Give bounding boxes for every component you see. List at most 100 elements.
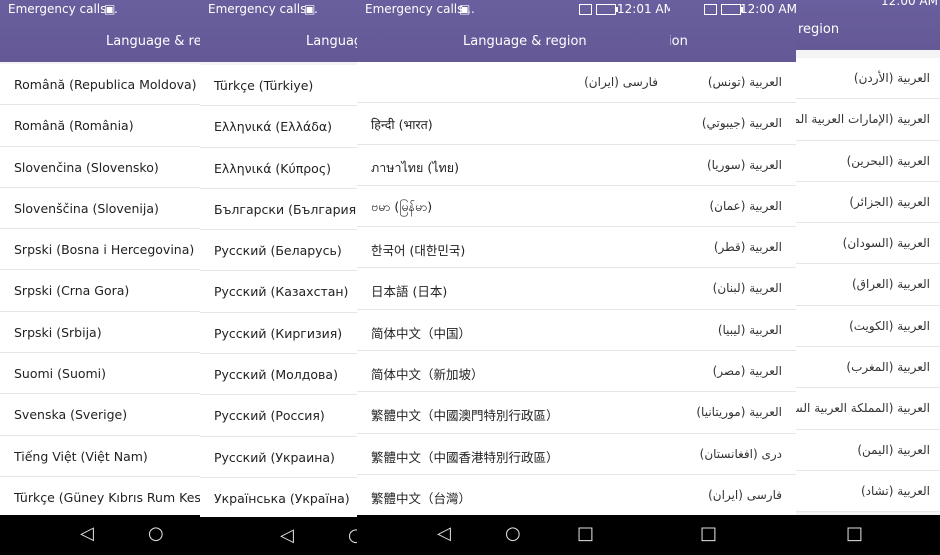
language-row[interactable]: العربية (تشاد) bbox=[790, 470, 940, 513]
language-label: العربية (لبنان) bbox=[712, 281, 782, 296]
language-label: 简体中文（中国） bbox=[371, 325, 472, 341]
language-row[interactable]: Slovenščina (Slovenija) bbox=[0, 187, 200, 230]
home-icon[interactable]: ○ bbox=[348, 525, 357, 546]
language-row[interactable]: Slovenčina (Slovensko) bbox=[0, 146, 200, 188]
language-row[interactable]: Български (България) bbox=[200, 188, 357, 231]
language-row[interactable]: Ελληνικά (Ελλάδα) bbox=[200, 106, 357, 148]
language-row[interactable]: العربية (المغرب) bbox=[790, 347, 940, 389]
header: Emergency calls... ▣ 12:01 AM Language &… bbox=[357, 0, 670, 62]
language-row[interactable]: درى (افغانستان) bbox=[660, 433, 796, 475]
language-label: العربية (جيبوتي) bbox=[701, 116, 782, 131]
home-icon[interactable]: ○ bbox=[505, 523, 521, 544]
screen-3: Emergency calls... ▣ 12:01 AM Language &… bbox=[357, 0, 670, 555]
screen-2: Emergency calls... ▣ Language Türkçe (Tü… bbox=[200, 0, 357, 555]
language-row[interactable]: ภาษาไทย (ไทย) bbox=[357, 144, 670, 186]
language-row[interactable]: Русский (Молдова) bbox=[200, 354, 357, 396]
language-label: Русский (Беларусь) bbox=[214, 243, 342, 259]
language-label: العربية (موريتانيا) bbox=[696, 405, 782, 420]
language-label: Slovenčina (Slovensko) bbox=[14, 159, 159, 175]
language-row[interactable]: Srpski (Crna Gora) bbox=[0, 270, 200, 312]
language-label: العربية (سوريا) bbox=[706, 157, 782, 172]
language-row[interactable]: 繁體中文（台灣） bbox=[357, 474, 670, 517]
language-row[interactable]: Română (Republica Moldova) bbox=[0, 64, 200, 106]
language-row[interactable]: العربية (مصر) bbox=[660, 351, 796, 393]
language-row[interactable]: Русский (Киргизия) bbox=[200, 312, 357, 355]
language-row[interactable]: 한국어 (대한민국) bbox=[357, 227, 670, 269]
language-row[interactable]: العربية (تونس) bbox=[660, 62, 796, 104]
emergency-calls: Emergency calls... bbox=[8, 2, 118, 16]
nav-bar: □ bbox=[790, 515, 940, 555]
language-row[interactable]: Suomi (Suomi) bbox=[0, 353, 200, 395]
back-icon[interactable]: ◁ bbox=[280, 525, 294, 546]
language-row[interactable]: العربية (السودان) bbox=[790, 223, 940, 265]
header: 12:00 AM ion bbox=[660, 0, 796, 62]
language-row[interactable]: Українська (Україна) bbox=[200, 477, 357, 520]
home-icon[interactable]: ○ bbox=[148, 523, 164, 544]
language-row[interactable]: Русский (Казахстан) bbox=[200, 271, 357, 313]
header: 12:00 AM region bbox=[790, 0, 940, 50]
back-icon[interactable]: ◁ bbox=[80, 523, 94, 544]
language-row[interactable]: العربية (لبنان) bbox=[660, 268, 796, 310]
language-label: العربية (المغرب) bbox=[846, 360, 930, 375]
language-label: Srpski (Crna Gora) bbox=[14, 283, 130, 299]
recents-icon[interactable]: □ bbox=[700, 523, 717, 544]
language-row[interactable]: Tiếng Việt (Việt Nam) bbox=[0, 435, 200, 477]
screen-5: 12:00 AM region العربية (الأردن) العربية … bbox=[790, 0, 940, 555]
language-row[interactable]: العربية (الأردن) bbox=[790, 58, 940, 100]
language-label: 简体中文（新加坡） bbox=[371, 367, 484, 383]
language-label: 한국어 (대한민국) bbox=[371, 243, 466, 259]
language-row[interactable]: Türkçe (Türkiye) bbox=[200, 65, 357, 107]
language-row[interactable]: العربية (البحرين) bbox=[790, 140, 940, 182]
language-label: العربية (ليبيا) bbox=[717, 322, 782, 337]
language-row[interactable]: Română (România) bbox=[0, 105, 200, 147]
nav-bar: ◁ ○ □ bbox=[357, 515, 670, 555]
language-label: Türkçe (Güney Kıbrıs Rum Kesimi) bbox=[14, 489, 200, 505]
clock: 12:00 AM bbox=[881, 0, 938, 8]
language-row[interactable]: Русский (Беларусь) bbox=[200, 230, 357, 272]
language-label: العربية (تونس) bbox=[707, 75, 782, 89]
language-row[interactable]: 日本語 (日本) bbox=[357, 268, 670, 310]
language-label: العربية (مصر) bbox=[712, 364, 782, 379]
language-row[interactable]: Русский (Россия) bbox=[200, 395, 357, 437]
language-row[interactable]: العربية (اليمن) bbox=[790, 429, 940, 471]
language-row[interactable]: العربية (الجزائر) bbox=[790, 181, 940, 224]
language-row[interactable]: العربية (عمان) bbox=[660, 185, 796, 228]
language-row[interactable]: Srpski (Srbija) bbox=[0, 311, 200, 354]
page-title: Language bbox=[306, 34, 357, 49]
language-row[interactable]: Svenska (Sverige) bbox=[0, 394, 200, 436]
language-row[interactable]: العربية (جيبوتي) bbox=[660, 103, 796, 145]
language-label: हिन्दी (भारत) bbox=[371, 117, 433, 133]
language-row[interactable]: العربية (العراق) bbox=[790, 264, 940, 306]
language-row[interactable]: العربية (ليبيا) bbox=[660, 309, 796, 352]
language-row[interactable]: العربية (موريتانيا) bbox=[660, 392, 796, 434]
language-row[interactable]: العربية (المملكة العربية السعودية) bbox=[790, 388, 940, 430]
language-row[interactable]: Türkçe (Güney Kıbrıs Rum Kesimi) bbox=[0, 476, 200, 519]
language-row[interactable]: فارسی (ایران) bbox=[357, 62, 670, 104]
language-row[interactable]: 繁體中文（中國香港特別行政區） bbox=[357, 433, 670, 475]
battery-icon bbox=[720, 4, 743, 15]
language-row[interactable]: ဗမာ (မြန်မာ) bbox=[357, 185, 670, 228]
recents-icon[interactable]: □ bbox=[846, 523, 863, 544]
language-row[interactable]: Srpski (Bosna i Hercegovina) bbox=[0, 229, 200, 271]
language-row[interactable]: 简体中文（新加坡） bbox=[357, 351, 670, 393]
language-row[interactable]: हिन्दी (भारत) bbox=[357, 103, 670, 145]
language-label: Русский (Киргизия) bbox=[214, 325, 343, 341]
back-icon[interactable]: ◁ bbox=[437, 523, 451, 544]
language-row[interactable]: العربية (الإمارات العربية المتحدة) bbox=[790, 99, 940, 141]
language-row[interactable]: العربية (الكويت) bbox=[790, 305, 940, 348]
language-label: العربية (الأردن) bbox=[853, 71, 930, 85]
screen-1: Emergency calls... ▣ Language & regio Ro… bbox=[0, 0, 200, 555]
language-label: Ελληνικά (Ελλάδα) bbox=[214, 119, 332, 135]
language-row[interactable]: فارسی (ایران) bbox=[660, 474, 796, 517]
language-label: العربية (البحرين) bbox=[846, 153, 930, 168]
language-row[interactable]: العربية (قطر) bbox=[660, 227, 796, 269]
language-label: العربية (الجزائر) bbox=[849, 194, 930, 209]
nav-bar: ◁ ○ bbox=[200, 517, 357, 555]
image-icon: ▣ bbox=[304, 2, 316, 16]
language-row[interactable]: 简体中文（中国） bbox=[357, 309, 670, 352]
language-row[interactable]: العربية (سوريا) bbox=[660, 144, 796, 186]
language-row[interactable]: Русский (Украина) bbox=[200, 436, 357, 478]
language-row[interactable]: Ελληνικά (Κύπρος) bbox=[200, 147, 357, 189]
language-row[interactable]: 繁體中文（中國澳門特別行政區） bbox=[357, 392, 670, 434]
recents-icon[interactable]: □ bbox=[577, 523, 594, 544]
